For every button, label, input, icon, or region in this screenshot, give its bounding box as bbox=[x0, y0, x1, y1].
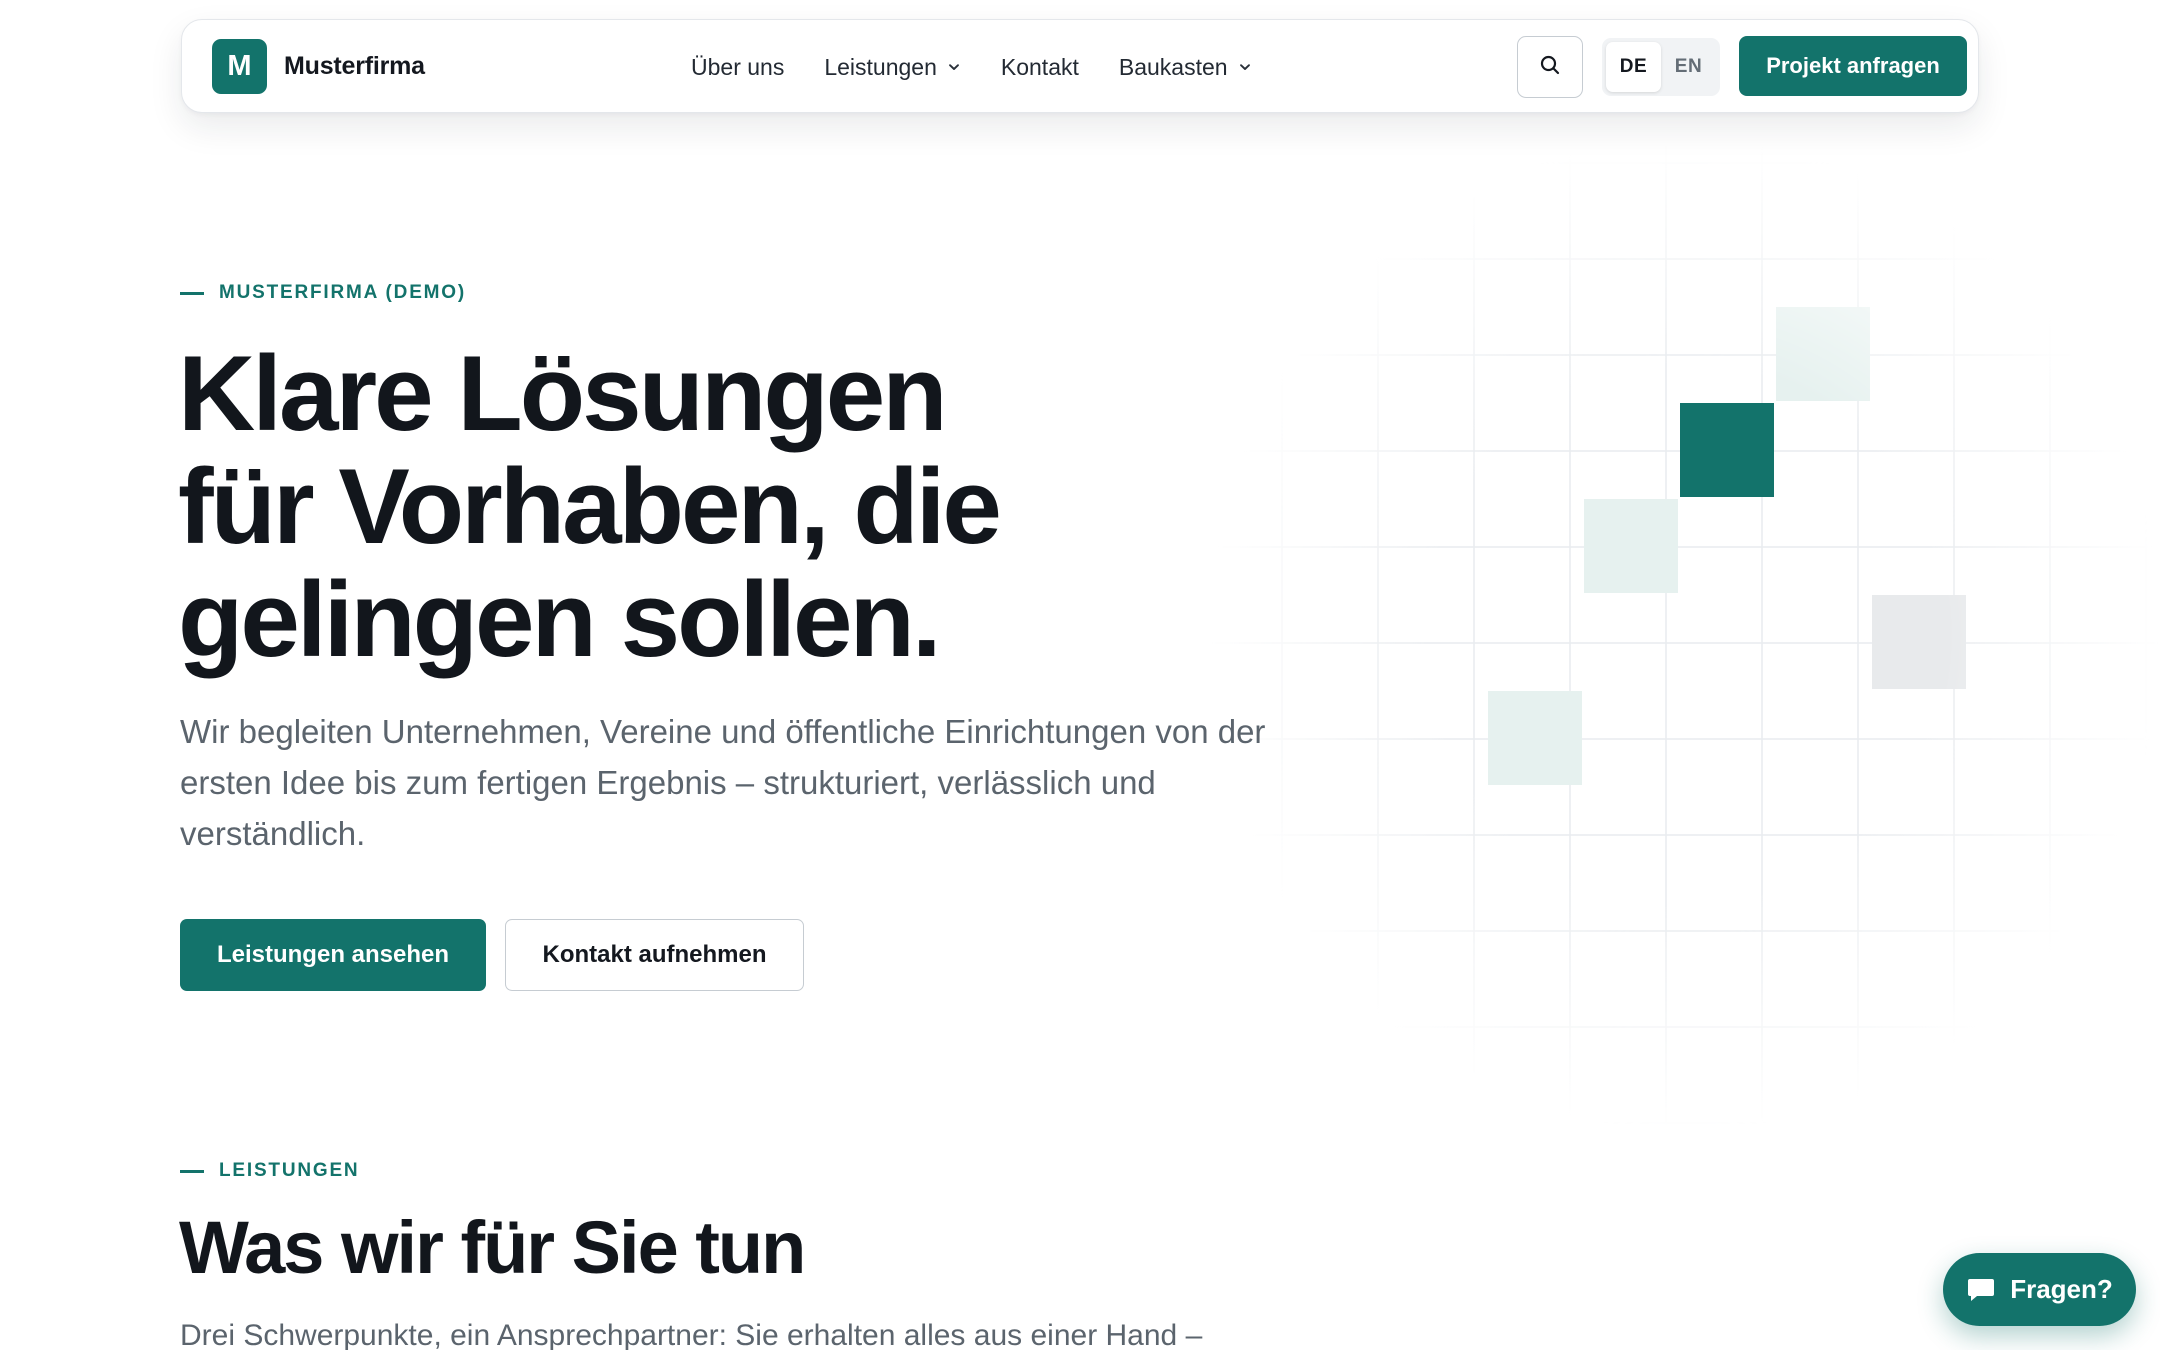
grid-tile-neutral bbox=[1872, 595, 1966, 689]
nav-item-ueber-uns[interactable]: Über uns bbox=[691, 54, 784, 81]
chevron-down-icon bbox=[1238, 60, 1252, 74]
services-button[interactable]: Leistungen ansehen bbox=[180, 919, 486, 991]
brand-name[interactable]: Musterfirma bbox=[284, 46, 425, 86]
chat-bubble-icon bbox=[1966, 1276, 1996, 1304]
nav-item-kontakt[interactable]: Kontakt bbox=[1001, 54, 1079, 81]
chat-button-label: Fragen? bbox=[2010, 1274, 2113, 1304]
eyebrow-dash bbox=[180, 291, 204, 295]
search-button[interactable] bbox=[1517, 36, 1583, 98]
services-lede: Drei Schwerpunkte, ein Ansprechpartner: … bbox=[180, 1319, 1203, 1350]
nav-item-label: Über uns bbox=[691, 53, 785, 80]
search-icon bbox=[1538, 53, 1562, 82]
grid-lines bbox=[1210, 140, 2160, 1130]
lang-option-de[interactable]: DE bbox=[1606, 42, 1661, 92]
services-title: Was wir für Sie tun bbox=[179, 1206, 806, 1289]
lang-option-en[interactable]: EN bbox=[1661, 42, 1716, 92]
site-header: M Musterfirma Über uns Leistungen Kontak… bbox=[181, 19, 1979, 113]
hero-title: Klare Lösungen für Vorhaben, die gelinge… bbox=[178, 337, 1178, 676]
hero-title-line: Klare Lösungen bbox=[178, 333, 948, 453]
nav-item-label: Leistungen bbox=[824, 53, 937, 80]
language-switcher: DE EN bbox=[1602, 38, 1720, 96]
nav-item-leistungen[interactable]: Leistungen bbox=[824, 54, 961, 81]
hero-title-line: für Vorhaben, die bbox=[178, 446, 1002, 566]
main-nav: Über uns Leistungen Kontakt Baukasten bbox=[691, 20, 1252, 114]
chat-button[interactable]: Fragen? bbox=[1943, 1253, 2136, 1326]
grid-tile-tint bbox=[1584, 499, 1678, 593]
contact-button[interactable]: Kontakt aufnehmen bbox=[505, 919, 804, 991]
hero-title-line: gelingen sollen. bbox=[178, 559, 942, 679]
nav-item-baukasten[interactable]: Baukasten bbox=[1119, 54, 1252, 81]
nav-item-label: Kontakt bbox=[1000, 53, 1079, 80]
chevron-down-icon bbox=[947, 60, 961, 74]
services-eyebrow-label: LEISTUNGEN bbox=[219, 1160, 360, 1181]
hero-eyebrow-label: MUSTERFIRMA (DEMO) bbox=[219, 282, 467, 303]
nav-item-label: Baukasten bbox=[1118, 53, 1228, 80]
logo-mark[interactable]: M bbox=[212, 39, 267, 94]
hero-lede: Wir begleiten Unternehmen, Vereine und ö… bbox=[180, 713, 1266, 852]
decorative-grid bbox=[1210, 140, 2160, 1130]
services-eyebrow: LEISTUNGEN bbox=[180, 1160, 359, 1182]
grid-tile-tint bbox=[1488, 691, 1582, 785]
grid-tile-accent bbox=[1680, 403, 1774, 497]
grid-tile-tint bbox=[1776, 307, 1870, 401]
hero-eyebrow: MUSTERFIRMA (DEMO) bbox=[180, 282, 466, 304]
eyebrow-dash bbox=[180, 1169, 204, 1173]
project-request-button[interactable]: Projekt anfragen bbox=[1739, 36, 1967, 96]
